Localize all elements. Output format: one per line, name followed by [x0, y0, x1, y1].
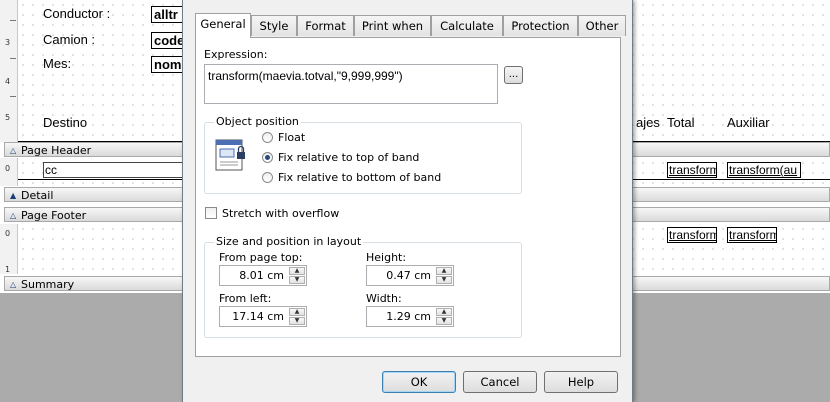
height-spinner[interactable]: 0.47 cm ▲ ▼: [366, 265, 454, 286]
vertical-ruler-footer: 0 1: [0, 224, 18, 274]
width-value: 1.29 cm: [386, 310, 431, 323]
ruler-number: 0: [5, 229, 11, 238]
band-label: Page Footer: [21, 209, 87, 222]
radio-fix-bottom[interactable]: [262, 172, 273, 183]
ruler-number: 0: [5, 164, 11, 173]
spin-down-icon[interactable]: ▼: [436, 276, 452, 284]
width-label: Width:: [366, 292, 402, 305]
expression-label: Expression:: [204, 48, 268, 61]
report-control-properties-dialog: General Style Format Print when Calculat…: [182, 0, 633, 402]
conductor-field[interactable]: alltr: [151, 6, 183, 23]
spin-up-icon[interactable]: ▲: [289, 308, 305, 316]
ok-button[interactable]: OK: [382, 371, 456, 393]
footer-total-field[interactable]: transform: [667, 227, 717, 243]
spin-down-icon[interactable]: ▼: [289, 276, 305, 284]
help-button[interactable]: Help: [544, 371, 618, 393]
radio-float[interactable]: [262, 132, 273, 143]
detail-cc-field[interactable]: cc: [43, 162, 187, 178]
ruler-number: 5: [5, 113, 11, 122]
stretch-checkbox[interactable]: [205, 207, 217, 219]
radio-fix-top[interactable]: [262, 152, 273, 163]
tab-format[interactable]: Format: [297, 15, 354, 36]
band-label: Page Header: [21, 144, 92, 157]
height-value: 0.47 cm: [386, 269, 431, 282]
spin-down-icon[interactable]: ▼: [436, 317, 452, 325]
object-position-title: Object position: [214, 115, 301, 128]
vertical-ruler-header: 3 4 5: [0, 0, 18, 142]
from-page-top-value: 8.01 cm: [239, 269, 284, 282]
object-position-icon: [214, 138, 250, 172]
mes-field[interactable]: nom: [151, 56, 183, 73]
detail-auxiliar-field[interactable]: transform(au: [727, 162, 801, 178]
triangle-up-icon: △: [10, 211, 17, 220]
camion-label[interactable]: Camion :: [43, 32, 95, 47]
radio-float-label[interactable]: Float: [278, 131, 305, 144]
vertical-ruler-detail: 0: [0, 158, 18, 186]
auxiliar-column-header[interactable]: Auxiliar: [727, 115, 770, 130]
triangle-up-icon: △: [10, 146, 17, 155]
spin-up-icon[interactable]: ▲: [436, 267, 452, 275]
detail-total-field[interactable]: transform: [667, 162, 717, 178]
tab-general[interactable]: General: [195, 13, 251, 38]
tab-style[interactable]: Style: [251, 15, 297, 36]
ruler-number: 3: [5, 38, 11, 47]
triangle-up-icon: △: [10, 280, 17, 289]
band-label: Detail: [21, 189, 54, 202]
expression-input[interactable]: transform(maevia.totval,"9,999,999"): [204, 64, 498, 104]
from-page-top-spinner[interactable]: 8.01 cm ▲ ▼: [219, 265, 307, 286]
from-page-top-label: From page top:: [219, 251, 303, 264]
tab-print-when[interactable]: Print when: [354, 15, 431, 36]
camion-field[interactable]: code: [151, 32, 183, 49]
width-spinner[interactable]: 1.29 cm ▲ ▼: [366, 306, 454, 327]
tab-protection[interactable]: Protection: [503, 15, 578, 36]
triangle-up-icon: ▲: [10, 191, 17, 200]
destino-column-header[interactable]: Destino: [43, 115, 87, 130]
tab-calculate[interactable]: Calculate: [431, 15, 503, 36]
cancel-button[interactable]: Cancel: [463, 371, 537, 393]
ruler-number: 4: [5, 77, 11, 86]
radio-fix-bottom-label[interactable]: Fix relative to bottom of band: [278, 171, 441, 184]
band-label: Summary: [21, 278, 75, 291]
from-left-value: 17.14 cm: [232, 310, 284, 323]
expression-builder-button[interactable]: ...: [504, 66, 523, 84]
spin-up-icon[interactable]: ▲: [289, 267, 305, 275]
mes-label[interactable]: Mes:: [43, 56, 71, 71]
conductor-label[interactable]: Conductor :: [43, 6, 110, 21]
viajes-column-header[interactable]: ajes: [636, 115, 660, 130]
from-left-spinner[interactable]: 17.14 cm ▲ ▼: [219, 306, 307, 327]
spin-down-icon[interactable]: ▼: [289, 317, 305, 325]
total-column-header[interactable]: Total: [667, 115, 694, 130]
footer-auxiliar-field[interactable]: transform: [727, 227, 777, 243]
tab-other[interactable]: Other: [578, 15, 626, 36]
size-position-title: Size and position in layout: [214, 235, 364, 248]
from-left-label: From left:: [219, 292, 272, 305]
height-label: Height:: [366, 251, 407, 264]
ruler-number: 1: [5, 265, 11, 274]
general-tab-panel: Expression: transform(maevia.totval,"9,9…: [195, 37, 621, 357]
stretch-label[interactable]: Stretch with overflow: [222, 207, 339, 220]
spin-up-icon[interactable]: ▲: [436, 308, 452, 316]
radio-fix-top-label[interactable]: Fix relative to top of band: [278, 151, 419, 164]
